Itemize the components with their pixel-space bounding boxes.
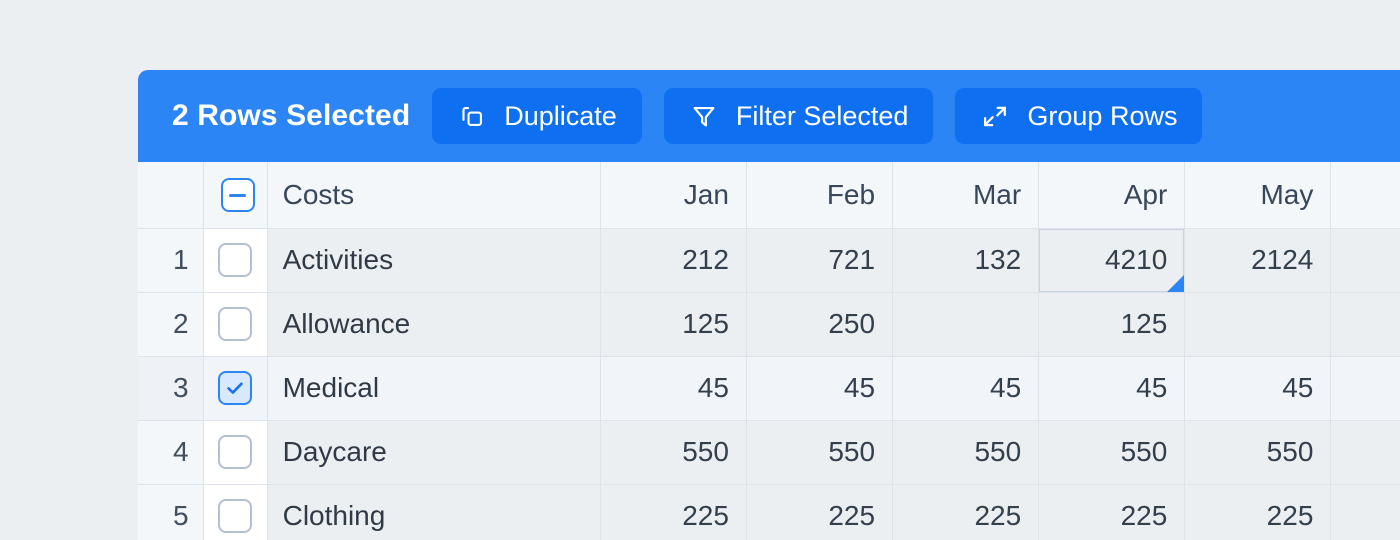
duplicate-button[interactable]: Duplicate xyxy=(432,88,642,144)
cell-apr[interactable]: 45 xyxy=(1038,356,1186,421)
header-mar[interactable]: Mar xyxy=(892,162,1040,229)
filter-icon xyxy=(689,101,719,131)
cell-tail[interactable] xyxy=(1330,356,1400,421)
cell-tail[interactable] xyxy=(1330,292,1400,357)
selected-rows-count-label: 2 Rows Selected xyxy=(172,99,411,132)
selection-toolbar: 2 Rows Selected Duplicate Filter Selecte… xyxy=(138,70,1400,162)
spreadsheet-grid-container: 2 Rows Selected Duplicate Filter Selecte… xyxy=(138,70,1400,540)
cell-may[interactable]: 550 xyxy=(1184,420,1332,485)
group-rows-button[interactable]: Group Rows xyxy=(955,88,1203,144)
cell-name[interactable]: Allowance xyxy=(267,292,601,357)
row-select-cell xyxy=(203,356,268,421)
cell-name[interactable]: Medical xyxy=(267,356,601,421)
table-row: 4 Daycare 550 550 550 550 550 xyxy=(138,420,1400,485)
filter-selected-button-label: Filter Selected xyxy=(735,100,909,131)
cell-name[interactable]: Daycare xyxy=(267,420,601,485)
table-row-selected: 3 Medical 45 45 45 45 45 xyxy=(138,356,1400,421)
cell-tail[interactable] xyxy=(1330,484,1400,540)
duplicate-button-label: Duplicate xyxy=(504,100,617,131)
cell-mar[interactable]: 132 xyxy=(892,228,1040,293)
header-may[interactable]: May xyxy=(1184,162,1332,229)
cell-mar[interactable]: 225 xyxy=(892,484,1040,540)
row-checkbox[interactable] xyxy=(218,307,253,342)
cell-jan[interactable]: 45 xyxy=(600,356,747,421)
cell-name[interactable]: Clothing xyxy=(267,484,601,540)
header-row: Costs Jan Feb Mar Apr May xyxy=(138,162,1400,229)
cell-may[interactable] xyxy=(1184,292,1332,357)
row-number[interactable]: 1 xyxy=(138,228,204,293)
header-apr[interactable]: Apr xyxy=(1038,162,1186,229)
table-body: 1 Activities 212 721 132 4210 2124 2 All… xyxy=(138,228,1400,540)
table-row: 5 Clothing 225 225 225 225 225 xyxy=(138,484,1400,540)
cell-tail[interactable] xyxy=(1330,420,1400,485)
header-feb[interactable]: Feb xyxy=(746,162,894,229)
row-checkbox[interactable] xyxy=(218,435,253,470)
row-checkbox-checked[interactable] xyxy=(218,371,253,406)
row-checkbox[interactable] xyxy=(218,243,253,278)
cell-mar[interactable]: 550 xyxy=(892,420,1040,485)
row-number[interactable]: 3 xyxy=(138,356,204,421)
cell-apr[interactable]: 550 xyxy=(1038,420,1186,485)
cell-feb[interactable]: 250 xyxy=(746,292,894,357)
row-number[interactable]: 4 xyxy=(138,420,204,485)
cell-apr-active[interactable]: 4210 xyxy=(1038,228,1186,293)
row-checkbox[interactable] xyxy=(218,499,253,534)
row-select-cell xyxy=(203,484,268,540)
group-rows-icon xyxy=(980,101,1010,131)
table-row: 2 Allowance 125 250 125 xyxy=(138,292,1400,357)
header-row-number xyxy=(138,162,204,229)
cell-may[interactable]: 45 xyxy=(1184,356,1332,421)
header-costs[interactable]: Costs xyxy=(267,162,601,229)
cell-jan[interactable]: 225 xyxy=(600,484,747,540)
row-number[interactable]: 2 xyxy=(138,292,204,357)
group-rows-button-label: Group Rows xyxy=(1027,100,1178,131)
cell-may[interactable]: 225 xyxy=(1184,484,1332,540)
cell-feb[interactable]: 550 xyxy=(746,420,894,485)
header-select-all-cell xyxy=(203,162,268,229)
row-select-cell xyxy=(203,228,268,293)
cell-jan[interactable]: 125 xyxy=(600,292,747,357)
filter-selected-button[interactable]: Filter Selected xyxy=(663,88,934,144)
select-all-checkbox[interactable] xyxy=(220,178,255,213)
table-row: 1 Activities 212 721 132 4210 2124 xyxy=(138,228,1400,293)
header-add-column[interactable] xyxy=(1330,162,1400,229)
cell-apr-value: 4210 xyxy=(1104,244,1168,275)
cell-tail[interactable] xyxy=(1330,228,1400,293)
row-number[interactable]: 5 xyxy=(138,484,204,540)
cell-mar[interactable] xyxy=(892,292,1040,357)
duplicate-icon xyxy=(457,101,487,131)
cell-jan[interactable]: 212 xyxy=(600,228,747,293)
cell-mar[interactable]: 45 xyxy=(892,356,1040,421)
cell-jan[interactable]: 550 xyxy=(600,420,747,485)
cell-apr[interactable]: 125 xyxy=(1038,292,1186,357)
row-select-cell xyxy=(203,420,268,485)
header-jan[interactable]: Jan xyxy=(600,162,747,229)
row-select-cell xyxy=(203,292,268,357)
costs-table: Costs Jan Feb Mar Apr May 1 Activities 2… xyxy=(138,162,1400,540)
cell-feb[interactable]: 225 xyxy=(746,484,894,540)
cell-feb[interactable]: 45 xyxy=(746,356,894,421)
cell-name[interactable]: Activities xyxy=(267,228,601,293)
cell-feb[interactable]: 721 xyxy=(746,228,894,293)
fill-handle[interactable] xyxy=(1167,274,1184,291)
cell-apr[interactable]: 225 xyxy=(1038,484,1186,540)
table-header: Costs Jan Feb Mar Apr May xyxy=(138,162,1400,229)
cell-may[interactable]: 2124 xyxy=(1184,228,1332,293)
